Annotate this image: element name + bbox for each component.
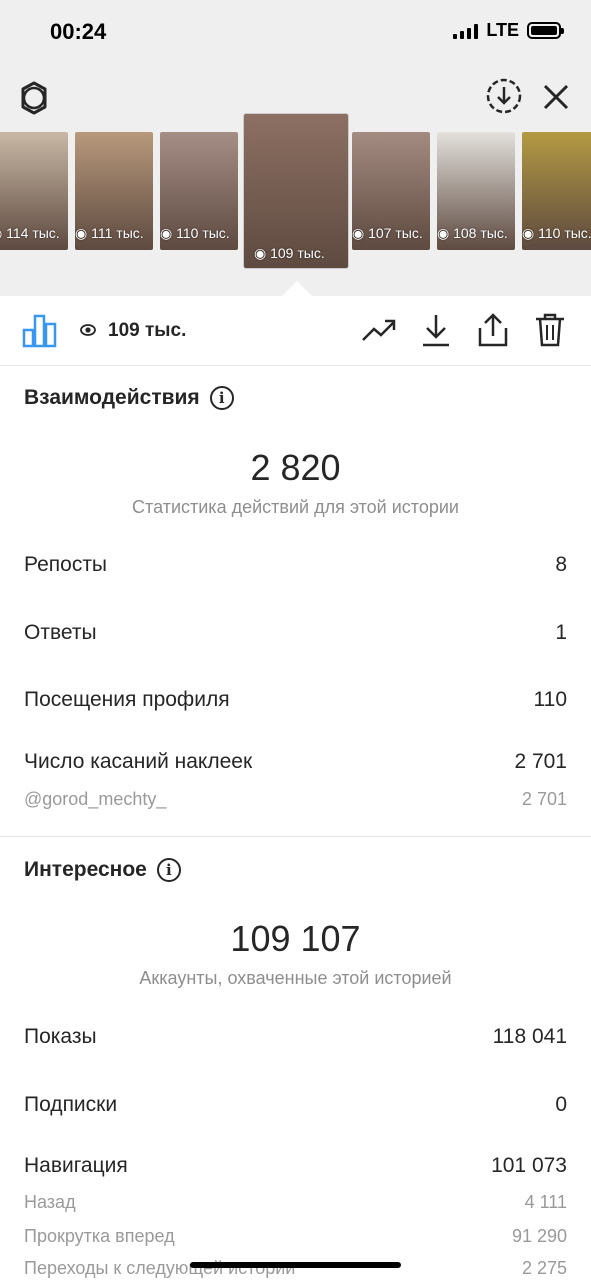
metric-row-mention-sticker: @gorod_mechty_ 2 701 [24, 789, 567, 810]
metric-label: Показы [24, 1025, 97, 1048]
settings-gear-icon[interactable] [14, 78, 54, 118]
selected-story-pointer [282, 281, 312, 296]
metric-value: 4 111 [524, 1192, 567, 1212]
discovery-title: Интересное [24, 858, 147, 881]
story-thumbnail[interactable]: ◉ 114 тыс. [0, 132, 68, 250]
thumbnail-views: ◉ 111 тыс. [75, 225, 144, 241]
metric-value: 8 [555, 553, 567, 576]
interactions-caption: Статистика действий для этой истории [132, 497, 459, 517]
insights-toolbar: 109 тыс. [0, 296, 591, 366]
metric-row-sticker-taps: Число касаний наклеек 2 701 [24, 750, 567, 774]
home-indicator [190, 1262, 401, 1268]
metric-value: 118 041 [492, 1025, 567, 1048]
metric-row-reposts: Репосты 8 [24, 553, 567, 577]
metric-value: 2 275 [521, 1258, 567, 1278]
views-label: 109 тыс. [108, 320, 187, 341]
story-thumbnail[interactable]: ◉ 110 тыс. [160, 132, 238, 250]
metric-label: Подписки [24, 1093, 118, 1116]
close-icon[interactable] [536, 77, 576, 117]
download-story-icon[interactable] [484, 76, 524, 116]
story-thumbnail[interactable]: ◉ 107 тыс. [352, 132, 430, 250]
thumbnail-views: ◉ 110 тыс. [522, 225, 591, 241]
metric-row-navigation: Навигация 101 073 [24, 1154, 567, 1178]
network-type: LTE [486, 20, 519, 40]
eye-icon [80, 320, 96, 342]
share-icon[interactable] [475, 312, 511, 348]
metric-label: Число касаний наклеек [24, 750, 253, 773]
signal-icon [453, 23, 479, 39]
insights-chart-icon[interactable] [22, 312, 58, 348]
metric-label: Навигация [24, 1154, 128, 1177]
discovery-total: 109 107 [230, 918, 361, 959]
metric-label: Прокрутка вперед [24, 1226, 175, 1246]
metric-row-follows: Подписки 0 [24, 1093, 567, 1117]
metric-row-impressions: Показы 118 041 [24, 1025, 567, 1049]
metric-value: 0 [555, 1093, 567, 1116]
promote-trend-icon[interactable] [361, 312, 397, 348]
info-icon[interactable]: i [209, 386, 234, 410]
metric-value: 1 [555, 621, 567, 644]
section-divider [0, 836, 591, 837]
thumbnail-views: ◉ 109 тыс. [254, 245, 325, 261]
metric-row-replies: Ответы 1 [24, 621, 567, 645]
save-download-icon[interactable] [418, 312, 454, 348]
metric-value: 2 701 [521, 789, 567, 809]
metric-row-forward: Прокрутка вперед 91 290 [24, 1226, 567, 1247]
interactions-title: Взаимодействия [24, 386, 200, 409]
story-thumbnail-strip: ◉ 114 тыс. ◉ 111 тыс. ◉ 110 тыс. ◉ 109 тыс.… [0, 114, 591, 272]
delete-trash-icon[interactable] [532, 312, 568, 348]
interactions-total: 2 820 [250, 447, 341, 488]
battery-icon [527, 22, 564, 39]
story-thumbnail[interactable]: ◉ 108 тыс. [437, 132, 515, 250]
metric-label: Посещения профиля [24, 688, 230, 711]
metric-label: Ответы [24, 621, 97, 644]
interactions-heading: Взаимодействия i [24, 386, 234, 410]
info-icon[interactable]: i [156, 858, 181, 882]
thumbnail-views: ◉ 110 тыс. [160, 225, 230, 241]
discovery-heading: Интересное i [24, 858, 181, 882]
metric-label: Репосты [24, 553, 108, 576]
metric-value: 91 290 [511, 1226, 567, 1246]
story-thumbnail[interactable]: ◉ 111 тыс. [75, 132, 153, 250]
status-bar: 00:24 LTE [0, 0, 591, 64]
story-thumbnail[interactable]: ◉ 109 тыс. [244, 114, 348, 268]
discovery-caption: Аккаунты, охваченные этой историей [139, 968, 452, 988]
metric-row-profile-visits: Посещения профиля 110 [24, 688, 567, 712]
thumbnail-views: ◉ 114 тыс. [0, 225, 60, 241]
metric-value: 101 073 [491, 1154, 567, 1177]
status-indicators: LTE [453, 20, 564, 41]
status-time: 00:24 [50, 19, 107, 44]
metric-value: 110 [533, 688, 567, 711]
metric-row-back: Назад 4 111 [24, 1192, 567, 1213]
mention-label[interactable]: @gorod_mechty_ [24, 789, 166, 810]
views-count: 109 тыс. [80, 320, 186, 342]
metric-value: 2 701 [514, 750, 567, 773]
thumbnail-views: ◉ 107 тыс. [352, 225, 423, 241]
metric-label: Назад [24, 1192, 76, 1212]
story-thumbnail[interactable]: ◉ 110 тыс. [522, 132, 591, 250]
thumbnail-views: ◉ 108 тыс. [437, 225, 508, 241]
